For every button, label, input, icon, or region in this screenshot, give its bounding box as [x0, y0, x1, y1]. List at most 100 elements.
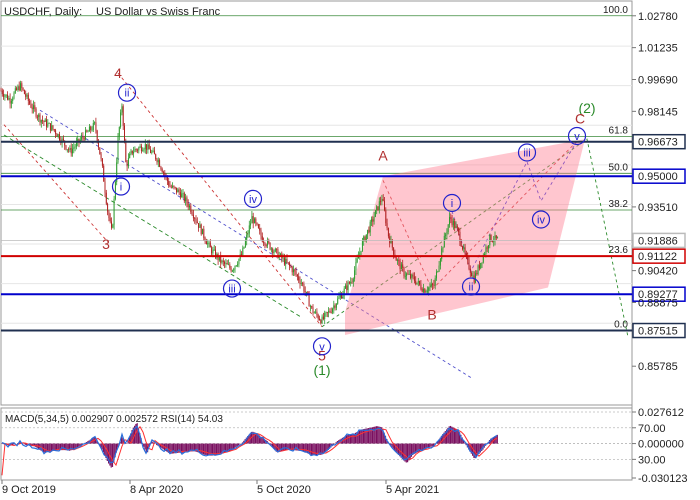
- wave-label: ii: [469, 282, 474, 294]
- candle-body: [445, 234, 447, 236]
- candle-body: [497, 237, 499, 239]
- candle-body: [23, 89, 25, 95]
- candle-body: [365, 234, 367, 241]
- candle-body: [137, 149, 138, 151]
- candle-body: [203, 228, 205, 238]
- candle-body: [416, 282, 418, 285]
- candle-body: [406, 273, 408, 276]
- candle-body: [129, 153, 131, 159]
- x-tick-label: 5 Oct 2020: [257, 484, 311, 496]
- candle-body: [3, 94, 5, 97]
- candle-body: [442, 247, 444, 249]
- fib-level-label: 38.2: [609, 199, 629, 210]
- macd-bar: [431, 443, 433, 447]
- candle-body: [5, 94, 7, 96]
- candle-body: [138, 147, 140, 151]
- macd-bar: [373, 426, 375, 444]
- candle-body: [426, 290, 428, 292]
- macd-bar: [421, 443, 423, 451]
- candle-body: [361, 241, 363, 251]
- candle-body: [82, 136, 84, 138]
- candle-body: [265, 245, 267, 246]
- candle-body: [319, 318, 320, 320]
- candle-body: [321, 316, 323, 324]
- candle-body: [21, 83, 23, 88]
- candle-body: [237, 264, 239, 266]
- macd-bar: [23, 443, 25, 445]
- macd-bar: [358, 430, 361, 444]
- candle-body: [412, 274, 414, 277]
- candle-body: [289, 263, 291, 266]
- candle-body: [486, 247, 488, 249]
- candle-body: [263, 241, 265, 243]
- candle-body: [221, 260, 223, 263]
- candle-body: [168, 180, 170, 186]
- y-tick-label: 1.01235: [638, 43, 678, 55]
- candle-body: [411, 274, 413, 279]
- macd-bar: [49, 443, 51, 452]
- candle-body: [347, 282, 349, 291]
- candle-body: [252, 216, 254, 224]
- macd-bar: [235, 443, 237, 447]
- candle-body: [88, 126, 90, 132]
- candle-body: [53, 129, 55, 131]
- candle-body: [49, 123, 51, 131]
- macd-bar: [362, 429, 364, 444]
- candle-body: [472, 275, 474, 277]
- wave-label: C: [575, 110, 585, 126]
- candle-body: [9, 98, 11, 104]
- candle-body: [192, 214, 194, 219]
- candle-body: [291, 267, 293, 273]
- candle-body: [345, 285, 346, 289]
- candle-body: [273, 251, 275, 254]
- candle-body: [491, 240, 493, 242]
- candle-body: [29, 100, 31, 104]
- candle-body: [39, 114, 41, 123]
- candle-body: [57, 134, 59, 137]
- candle-body: [387, 227, 389, 237]
- candle-body: [381, 199, 383, 202]
- candle-body: [372, 219, 374, 222]
- candle-body: [464, 247, 466, 254]
- candle-body: [35, 108, 37, 117]
- candle-body: [234, 265, 236, 270]
- candle-body: [380, 201, 382, 203]
- candle-body: [18, 86, 20, 91]
- candle-body: [14, 88, 16, 93]
- macd-bar: [322, 443, 324, 454]
- candle-body: [140, 146, 142, 152]
- candle-body: [257, 224, 259, 229]
- candle-body: [196, 221, 198, 224]
- candle-body: [311, 306, 313, 308]
- candle-body: [402, 264, 404, 268]
- candle-body: [112, 224, 114, 228]
- candle-body: [439, 259, 441, 266]
- candle-body: [246, 234, 248, 241]
- wave-label: A: [378, 148, 388, 164]
- candle-body: [108, 211, 110, 219]
- candle-body: [255, 218, 257, 223]
- candle-body: [280, 253, 281, 256]
- macd-bar: [429, 443, 431, 447]
- macd-bar: [303, 443, 305, 452]
- candle-body: [207, 243, 209, 245]
- candle-body: [294, 269, 296, 272]
- macd-bar: [72, 443, 75, 450]
- candle-body: [0, 90, 2, 92]
- indicator-tick-label: 70.00: [638, 423, 666, 435]
- candle-body: [139, 146, 141, 148]
- candle-body: [451, 219, 453, 226]
- candle-body: [135, 149, 137, 150]
- candle-body: [172, 185, 174, 188]
- candle-body: [36, 116, 38, 118]
- candle-body: [34, 105, 36, 109]
- candle-body: [235, 265, 237, 267]
- candle-body: [484, 254, 486, 256]
- candle-body: [81, 136, 83, 140]
- candle-body: [151, 151, 153, 153]
- candle-body: [52, 125, 54, 130]
- candle-body: [317, 314, 319, 319]
- candle-body: [62, 138, 64, 141]
- candle-body: [458, 228, 460, 232]
- wave-label: v: [574, 131, 580, 143]
